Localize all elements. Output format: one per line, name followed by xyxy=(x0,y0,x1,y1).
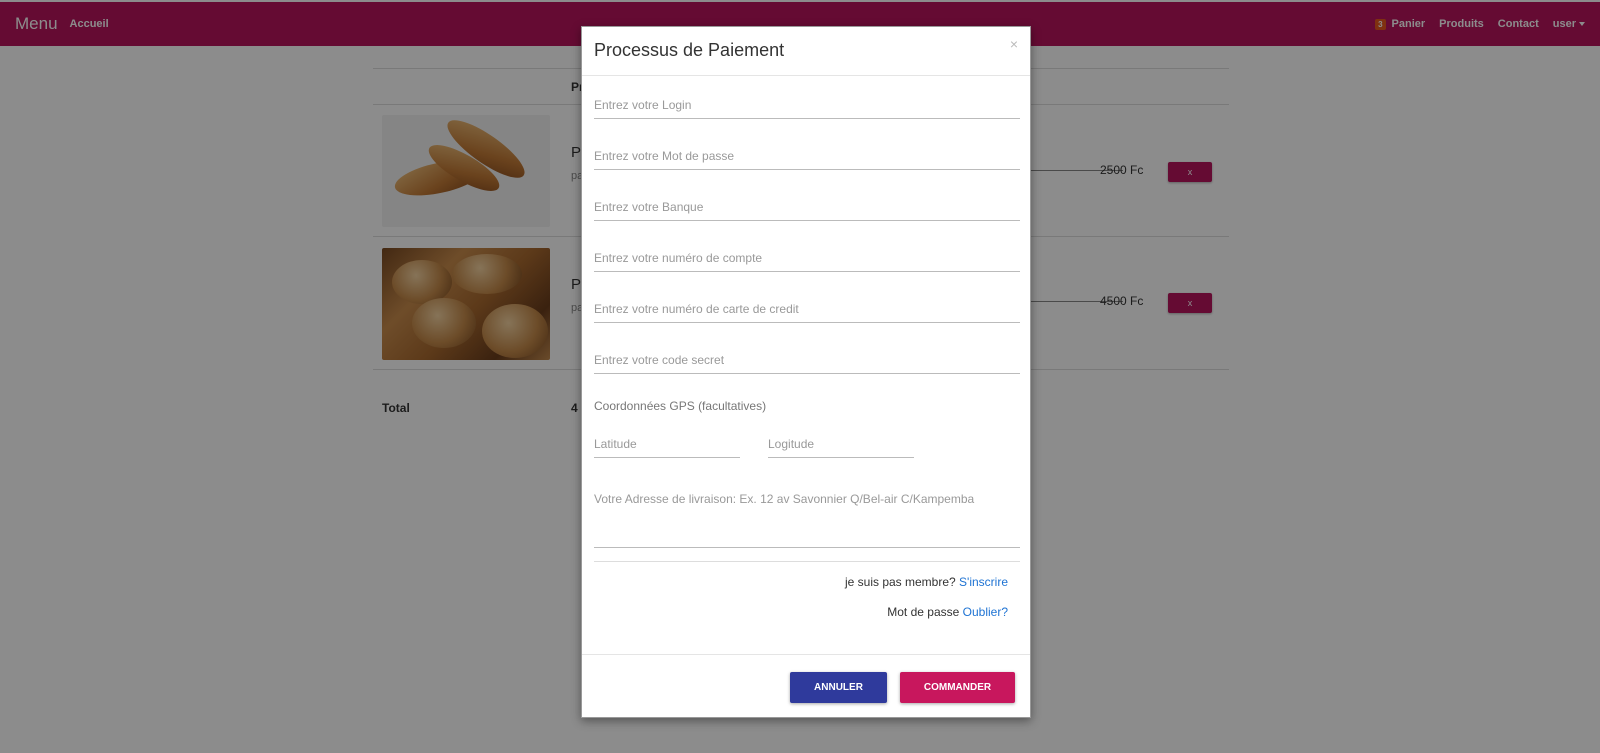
longitude-field[interactable] xyxy=(768,436,914,458)
credit-card-field[interactable] xyxy=(594,301,1020,323)
secret-code-field[interactable] xyxy=(594,352,1020,374)
modal-title: Processus de Paiement xyxy=(594,40,785,60)
password-text: Mot de passe xyxy=(887,605,960,619)
login-field[interactable] xyxy=(594,97,1020,119)
payment-modal: Processus de Paiement × Coordonnées GPS … xyxy=(581,26,1031,718)
password-field[interactable] xyxy=(594,148,1020,170)
forgot-password-link[interactable]: Oublier? xyxy=(963,605,1008,619)
close-icon[interactable]: × xyxy=(1010,36,1018,52)
signup-link[interactable]: S'inscrire xyxy=(959,575,1008,589)
longitude-input[interactable] xyxy=(768,437,914,451)
bank-field[interactable] xyxy=(594,199,1020,221)
credit-card-input[interactable] xyxy=(594,302,1020,316)
signup-line: je suis pas membre? S'inscrire xyxy=(845,575,1008,589)
account-number-field[interactable] xyxy=(594,250,1020,272)
forgot-line: Mot de passe Oublier? xyxy=(887,605,1008,619)
not-member-text: je suis pas membre? xyxy=(844,575,956,589)
divider xyxy=(594,561,1020,562)
cancel-button[interactable]: ANNULER xyxy=(790,672,887,703)
gps-label: Coordonnées GPS (facultatives) xyxy=(594,399,767,413)
bank-input[interactable] xyxy=(594,200,1020,214)
secret-code-input[interactable] xyxy=(594,353,1020,367)
address-field[interactable] xyxy=(594,492,1020,548)
order-button[interactable]: COMMANDER xyxy=(900,672,1015,703)
modal-footer: ANNULER COMMANDER xyxy=(582,654,1030,718)
latitude-input[interactable] xyxy=(594,437,740,451)
account-number-input[interactable] xyxy=(594,251,1020,265)
password-input[interactable] xyxy=(594,149,1020,163)
address-input[interactable] xyxy=(594,492,1020,547)
login-input[interactable] xyxy=(594,98,1020,112)
modal-header: Processus de Paiement × xyxy=(582,27,1030,76)
latitude-field[interactable] xyxy=(594,436,740,458)
